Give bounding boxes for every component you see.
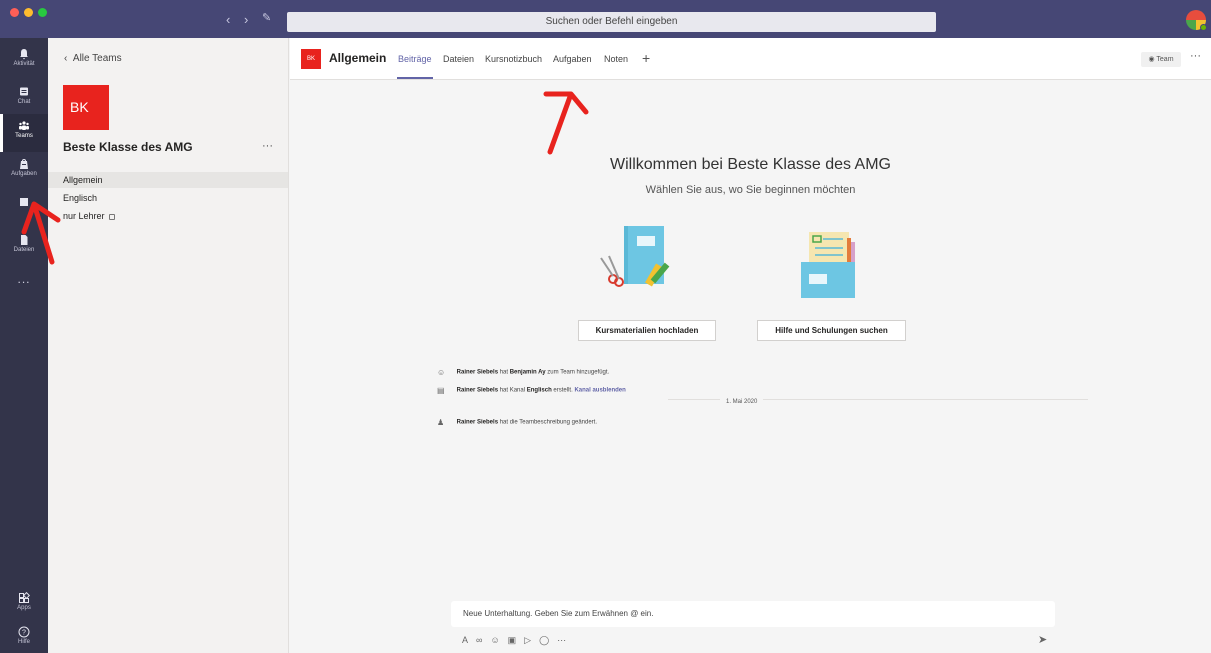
rail-item-help[interactable]: ? Hilfe (0, 620, 48, 653)
chevron-left-icon[interactable]: ‹ (226, 12, 230, 27)
rail-item-label: Aufgaben (11, 171, 37, 177)
apps-icon (19, 592, 30, 603)
status-indicator (1200, 24, 1207, 31)
activity-object: Englisch (526, 387, 552, 394)
channel-item-englisch[interactable]: Englisch (48, 190, 288, 206)
channel-tab-bar: BK Allgemein Beiträge Dateien Kursnotizb… (290, 38, 1211, 80)
compose-icon[interactable]: ✎ (262, 11, 271, 24)
help-icon: ? (18, 626, 30, 638)
chevron-left-icon: ‹ (64, 53, 68, 64)
close-window-button[interactable] (10, 8, 19, 17)
tab-beitraege[interactable]: Beiträge (398, 54, 432, 64)
channel-title: Allgemein (329, 51, 387, 65)
rail-item-label: Apps (17, 605, 31, 611)
channel-label: nur Lehrer (63, 211, 105, 221)
gif-icon[interactable]: ▣ (508, 635, 525, 645)
rail-item-apps[interactable]: Apps (0, 586, 48, 624)
date-separator-label: 1. Mai 2020 (720, 399, 764, 405)
welcome-title: Willkommen bei Beste Klasse des AMG (610, 156, 891, 173)
activity-text: hat die Teambeschreibung geändert. (499, 419, 597, 426)
activity-actor: Rainer Siebels (456, 387, 499, 394)
team-name: Beste Klasse des AMG (63, 140, 193, 154)
rail-item-assignments[interactable]: Aufgaben (0, 152, 48, 190)
channel-label: Allgemein (63, 175, 103, 185)
more-options-icon[interactable]: ··· (1190, 50, 1201, 62)
emoji-icon[interactable]: ☺ (490, 635, 507, 645)
channel-icon: ▤ (437, 386, 445, 395)
activity-text: erstellt. (553, 387, 573, 394)
team-icon: ♟ (437, 418, 445, 427)
minimize-window-button[interactable] (24, 8, 33, 17)
add-tab-icon[interactable]: + (642, 50, 650, 66)
new-conversation-input[interactable]: Neue Unterhaltung. Geben Sie zum Erwähne… (451, 601, 1055, 627)
compose-toolbar: A∞☺▣▷◯⋯ (462, 635, 574, 646)
more-apps-icon[interactable]: ... (0, 272, 48, 286)
more-compose-icon[interactable]: ⋯ (557, 635, 574, 645)
search-input[interactable]: Suchen oder Befehl eingeben (287, 12, 936, 32)
rail-item-label: Hilfe (17, 639, 30, 645)
format-icon[interactable]: A (462, 635, 476, 645)
rail-item-activity[interactable]: Aktivität (0, 42, 48, 80)
maximize-window-button[interactable] (38, 8, 47, 17)
back-link-label: Alle Teams (72, 53, 122, 64)
activity-item: ▤ Rainer Siebels hat Kanal Englisch erst… (437, 386, 626, 395)
channel-label: Englisch (63, 193, 98, 203)
activity-actor: Rainer Siebels (456, 419, 499, 426)
rail-item-label: Aktivität (13, 61, 35, 67)
activity-text: hat (499, 369, 509, 376)
help-training-illustration (801, 232, 855, 298)
activity-item: ☺ Rainer Siebels hat Benjamin Ay zum Tea… (437, 368, 610, 377)
channel-item-allgemein[interactable]: Allgemein (48, 172, 288, 188)
rail-item-files[interactable]: Dateien (0, 228, 48, 266)
title-bar: ‹ › ✎ Suchen oder Befehl eingeben (0, 0, 1211, 38)
teams-icon (19, 121, 29, 130)
team-avatar[interactable]: BK (63, 85, 109, 130)
tab-kursnotizbuch[interactable]: Kursnotizbuch (485, 54, 542, 64)
team-more-options-icon[interactable]: ··· (262, 140, 273, 152)
team-button-label: Team (1156, 56, 1174, 63)
upload-materials-button[interactable]: Kursmaterialien hochladen (578, 320, 716, 341)
main-area: BK Allgemein Beiträge Dateien Kursnotizb… (290, 38, 1211, 653)
add-person-icon: ☺ (437, 368, 446, 377)
assignments-icon (20, 159, 28, 169)
activity-object: Benjamin Ay (509, 369, 546, 376)
welcome-subtitle: Wählen Sie aus, wo Sie beginnen möchten (645, 184, 856, 196)
activity-text: zum Team hinzugefügt. (547, 369, 610, 376)
files-icon (21, 235, 28, 245)
rail-item-chat[interactable]: Chat (0, 80, 48, 118)
tab-noten[interactable]: Noten (604, 54, 628, 64)
team-panel: ‹ Alle Teams BK Beste Klasse des AMG ···… (48, 38, 289, 653)
course-materials-illustration (600, 226, 670, 287)
team-view-button[interactable]: ◉ Team (1141, 52, 1181, 67)
channel-badge: BK (301, 49, 321, 69)
svg-text:?: ? (22, 630, 26, 637)
active-tab-indicator (397, 77, 433, 79)
rail-item-label: Chat (17, 99, 31, 105)
lock-icon (108, 214, 115, 220)
attach-icon[interactable]: ∞ (476, 635, 490, 645)
channel-item-nur-lehrer[interactable]: nur Lehrer (48, 208, 288, 224)
rail-item-label: Teams (15, 133, 33, 139)
tab-aufgaben[interactable]: Aufgaben (553, 54, 592, 64)
praise-icon[interactable]: ◯ (539, 635, 557, 645)
activity-text: hat Kanal (499, 387, 526, 394)
chevron-right-icon[interactable]: › (244, 12, 248, 27)
hide-channel-link[interactable]: Kanal ausblenden (574, 388, 625, 394)
app-rail: Aktivität Chat Teams Aufgaben Dateien ..… (0, 38, 48, 653)
help-training-button[interactable]: Hilfe und Schulungen suchen (757, 320, 906, 341)
rail-item-label: Dateien (13, 247, 35, 253)
send-icon[interactable]: ➤ (1038, 633, 1047, 646)
rail-item-calendar[interactable] (0, 190, 48, 228)
rail-item-teams[interactable]: Teams (0, 114, 48, 152)
activity-item: ♟ Rainer Siebels hat die Teambeschreibun… (437, 418, 597, 427)
activity-actor: Rainer Siebels (456, 369, 499, 376)
back-to-teams-link[interactable]: ‹ Alle Teams (64, 53, 122, 64)
meet-icon[interactable]: ▷ (524, 635, 539, 645)
calendar-icon (20, 198, 28, 206)
bell-icon (20, 49, 28, 60)
eye-icon: ◉ (1148, 56, 1155, 63)
tab-dateien[interactable]: Dateien (443, 54, 474, 64)
chat-icon (20, 87, 28, 96)
